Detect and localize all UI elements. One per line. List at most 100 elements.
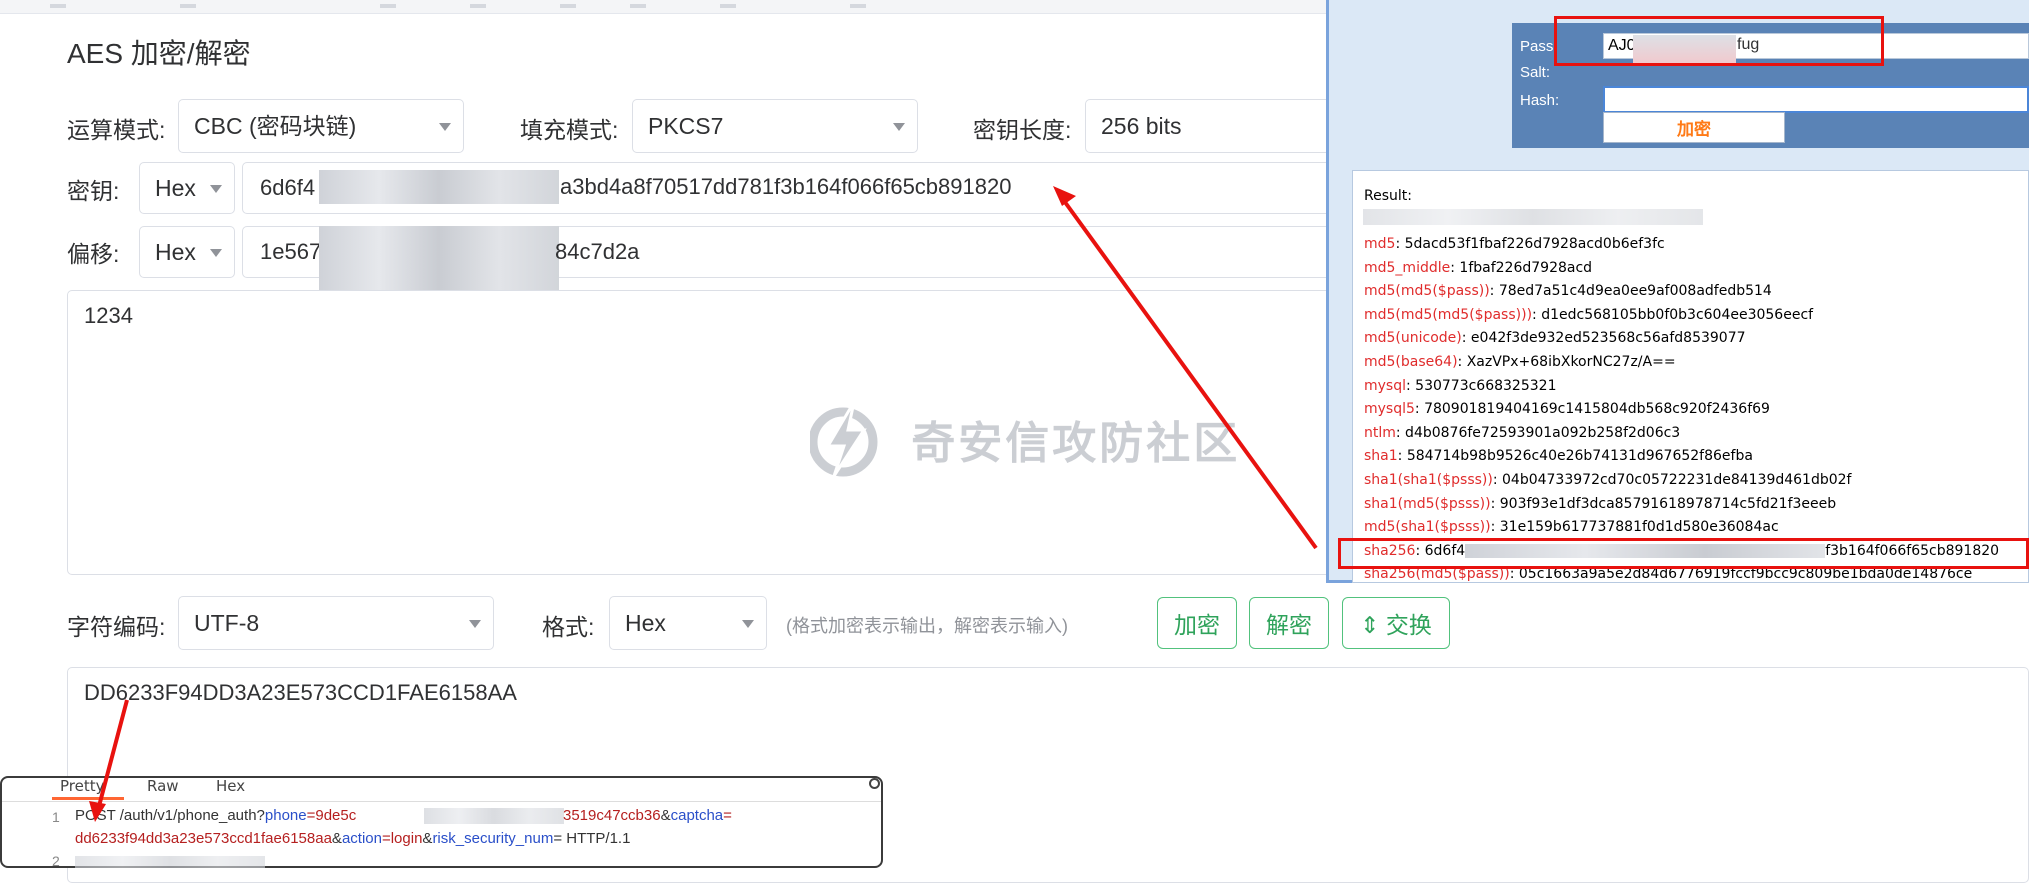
request-line-1-tail: 3519c47ccb36&captcha= — [563, 807, 732, 824]
result-row: mysql5: 780901819404169c1415804db568c920… — [1364, 401, 1770, 417]
http-method: POST — [75, 807, 116, 824]
result-algorithm: sha1(md5($psss)) — [1364, 495, 1491, 512]
result-hash: : 78ed7a51c4d9ea0ee9af008adfedb514 — [1489, 283, 1772, 300]
key-format-value: Hex — [155, 175, 196, 201]
charset-value: UTF-8 — [194, 610, 260, 636]
iv-value-start: 1e567 — [260, 239, 322, 264]
chevron-down-icon — [210, 249, 222, 257]
param-captcha: captcha — [670, 807, 724, 824]
result-row: md5(base64): XazVPx+68ibXkorNC27z/A== — [1364, 354, 1676, 370]
key-format-select[interactable]: Hex — [139, 162, 235, 214]
tab-pretty[interactable]: Pretty — [60, 777, 105, 795]
result-algorithm: md5(sha1($psss)) — [1364, 519, 1491, 536]
param-action-value: =login — [381, 830, 423, 847]
result-hash: : d4b0876fe72593901a092b258f2d06c3 — [1395, 424, 1681, 441]
result-hash: : d1edc568105bb0f0b3c604ee3056eecf — [1532, 306, 1814, 323]
key-value-start: 6d6f4 — [260, 175, 316, 200]
salt-label: Salt: — [1520, 64, 1551, 81]
result-algorithm: sha1 — [1364, 448, 1398, 465]
keylen-select[interactable]: 256 bits — [1085, 99, 1335, 153]
format-hint: (格式加密表示输出，解密表示输入) — [786, 616, 1068, 636]
key-value-end: a3bd4a8f70517dd781f3b164f066f65cb891820 — [560, 174, 1012, 199]
mode-select[interactable]: CBC (密码块链) — [178, 99, 464, 153]
tab-hex[interactable]: Hex — [216, 777, 245, 795]
lightning-logo-icon — [810, 401, 878, 477]
padding-value: PKCS7 — [648, 113, 724, 139]
result-row: ntlm: d4b0876fe72593901a092b258f2d06c3 — [1364, 425, 1680, 441]
result-row: mysql: 530773c668325321 — [1364, 378, 1556, 394]
settings-icon[interactable] — [869, 778, 880, 789]
chevron-down-icon — [742, 620, 754, 628]
result-row: md5(unicode): e042f3de932ed523568c56afd8… — [1364, 330, 1746, 346]
chevron-down-icon — [439, 123, 451, 131]
encrypt-button[interactable]: 加密 — [1157, 597, 1237, 649]
redacted-line2-blur — [75, 856, 265, 868]
chevron-down-icon — [893, 123, 905, 131]
amp: & — [422, 830, 433, 847]
format-label: 格式: — [542, 614, 595, 640]
line-number: 2 — [52, 853, 60, 869]
result-hash: : 780901819404169c1415804db568c920f2436f… — [1414, 401, 1770, 418]
result-row: md5(sha1($psss)): 31e159b617737881f0d1d5… — [1364, 519, 1779, 535]
keylen-label: 密钥长度: — [973, 117, 1072, 143]
result-algorithm: md5(md5(md5($pass))) — [1364, 306, 1533, 323]
result-row: sha1(sha1($psss)): 04b04733972cd70c05722… — [1364, 472, 1851, 488]
param-risk-security-num: risk_security_num — [432, 830, 554, 847]
pass-highlight-box — [1554, 16, 1884, 66]
mode-label: 运算模式: — [67, 117, 166, 143]
iv-format-value: Hex — [155, 239, 196, 265]
param-phone: phone — [264, 807, 307, 824]
amp: & — [331, 830, 342, 847]
watermark: 奇安信攻防社区 — [810, 400, 1240, 478]
format-select[interactable]: Hex — [609, 596, 767, 650]
result-hash: : 903f93e1df3dca85791618978714c5fd21f3ee… — [1490, 495, 1837, 512]
result-algorithm: md5(base64) — [1364, 354, 1458, 370]
result-row: md5: 5dacd53f1fbaf226d7928acd0b6ef3fc — [1364, 236, 1665, 252]
result-algorithm: mysql — [1364, 377, 1406, 394]
hash-input[interactable] — [1603, 86, 2029, 113]
param-captcha-value: dd6233f94dd3a23e573ccd1fae6158aa — [75, 830, 332, 847]
format-value: Hex — [625, 610, 666, 636]
request-line-1-wrap: dd6233f94dd3a23e573ccd1fae6158aa&action=… — [75, 830, 630, 847]
redacted-result-blur — [1363, 209, 1703, 225]
charset-label: 字符编码: — [67, 614, 166, 640]
tab-pretty-underline — [52, 797, 124, 800]
ciphertext-value: DD6233F94DD3A23E573CCD1FAE6158AA — [84, 680, 517, 705]
http-version: = HTTP/1.1 — [553, 830, 631, 847]
result-hash: : 530773c668325321 — [1406, 377, 1557, 394]
padding-select[interactable]: PKCS7 — [632, 99, 918, 153]
page-title: AES 加密/解密 — [67, 38, 251, 69]
result-algorithm: sha1(sha1($psss)) — [1364, 472, 1493, 488]
result-hash: : 04b04733972cd70c05722231de84139d461db0… — [1492, 472, 1852, 488]
burp-divider — [2, 801, 881, 802]
iv-format-select[interactable]: Hex — [139, 226, 235, 278]
param-phone-value-start: =9de5c — [306, 807, 357, 824]
tab-raw[interactable]: Raw — [147, 777, 179, 795]
hash-encrypt-button[interactable]: 加密 — [1603, 112, 1785, 143]
result-hash: : 31e159b617737881f0d1d580e36084ac — [1490, 519, 1779, 536]
result-row: md5(md5(md5($pass))): d1edc568105bb0f0b3… — [1364, 307, 1813, 323]
request-path: /auth/v1/phone_auth? — [119, 807, 265, 824]
padding-label: 填充模式: — [520, 117, 619, 143]
keylen-value: 256 bits — [1101, 113, 1182, 139]
screenshot: AES 加密/解密 运算模式: CBC (密码块链) 填充模式: PKCS7 密… — [0, 0, 2029, 883]
param-action: action — [341, 830, 382, 847]
decrypt-button[interactable]: 解密 — [1249, 597, 1329, 649]
swap-button[interactable]: ⇕ 交换 — [1342, 597, 1450, 649]
redacted-phone-blur — [424, 808, 564, 824]
result-hash: : 1fbaf226d7928acd — [1450, 259, 1593, 276]
watermark-text: 奇安信攻防社区 — [911, 419, 1241, 468]
result-row: sha1: 584714b98b9526c40e26b74131d967652f… — [1364, 448, 1753, 464]
redacted-key-blur — [319, 170, 559, 204]
result-hash: : 584714b98b9526c40e26b74131d967652f86ef… — [1397, 448, 1753, 465]
pass-label: Pass: — [1520, 38, 1558, 55]
result-algorithm: ntlm — [1364, 424, 1396, 441]
charset-select[interactable]: UTF-8 — [178, 596, 494, 650]
key-label: 密钥: — [67, 178, 120, 204]
param-phone-value-end: 3519c47ccb36 — [563, 807, 661, 824]
result-hash: : 5dacd53f1fbaf226d7928acd0b6ef3fc — [1395, 236, 1665, 252]
top-toolbar-strip — [0, 0, 1330, 14]
result-algorithm: md5(md5($pass)) — [1364, 283, 1490, 300]
result-hash: : e042f3de932ed523568c56afd8539077 — [1461, 330, 1746, 347]
result-algorithm: md5_middle — [1364, 259, 1451, 276]
